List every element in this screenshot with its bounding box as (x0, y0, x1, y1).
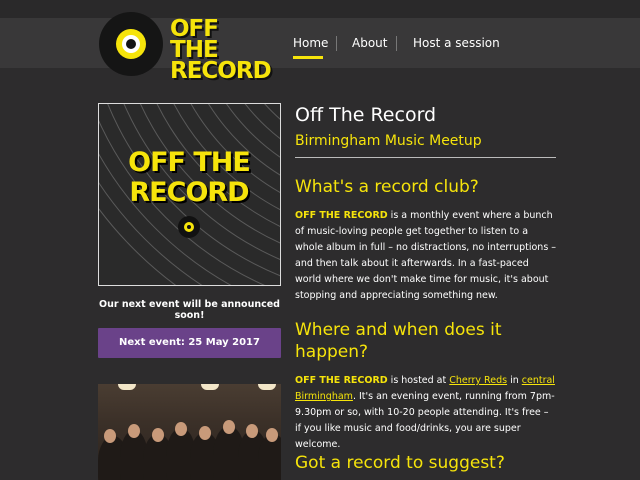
page-subtitle: Birmingham Music Meetup (295, 133, 482, 149)
logo-line-2: RECORD (170, 58, 272, 84)
paragraph-text: is hosted at (387, 375, 450, 386)
event-announcement: Our next event will be announced soon! (99, 299, 280, 321)
paragraph-text: in (507, 375, 522, 386)
page-title: Off The Record (295, 104, 437, 126)
nav-divider (396, 36, 397, 51)
brand-name: OFF THE RECORD (295, 375, 388, 386)
album-art-title: OFF THE RECORD (109, 148, 269, 208)
nav-home[interactable]: Home (293, 36, 328, 50)
nav-host-a-session[interactable]: Host a session (413, 36, 500, 50)
album-art: OFF THE RECORD (98, 103, 281, 286)
section-heading: Got a record to suggest? (295, 453, 505, 473)
site-logo[interactable]: OFF THE RECORD (170, 16, 272, 84)
nav-divider (336, 36, 337, 51)
paragraph-text: is a monthly event where a bunch of musi… (295, 210, 557, 301)
event-photo (98, 384, 281, 480)
cherry-reds-link[interactable]: Cherry Reds (449, 375, 507, 386)
section-paragraph: OFF THE RECORD is hosted at Cherry Reds … (295, 373, 557, 453)
logo-line-1: OFF THE (170, 16, 219, 63)
top-strip (0, 0, 640, 18)
section-heading: What's a record club? (295, 177, 479, 197)
vinyl-record-icon[interactable] (99, 12, 163, 76)
title-divider (295, 157, 556, 158)
section-heading: Where and when does it happen? (295, 320, 502, 362)
nav-active-indicator (293, 56, 323, 59)
album-art-line-2: RECORD (129, 177, 249, 208)
vinyl-record-icon (178, 216, 200, 238)
next-event-button[interactable]: Next event: 25 May 2017 (98, 328, 281, 358)
nav-about[interactable]: About (352, 36, 387, 50)
brand-name: OFF THE RECORD (295, 210, 388, 221)
section-paragraph: OFF THE RECORD is a monthly event where … (295, 208, 557, 304)
album-art-line-1: OFF THE (128, 147, 251, 178)
